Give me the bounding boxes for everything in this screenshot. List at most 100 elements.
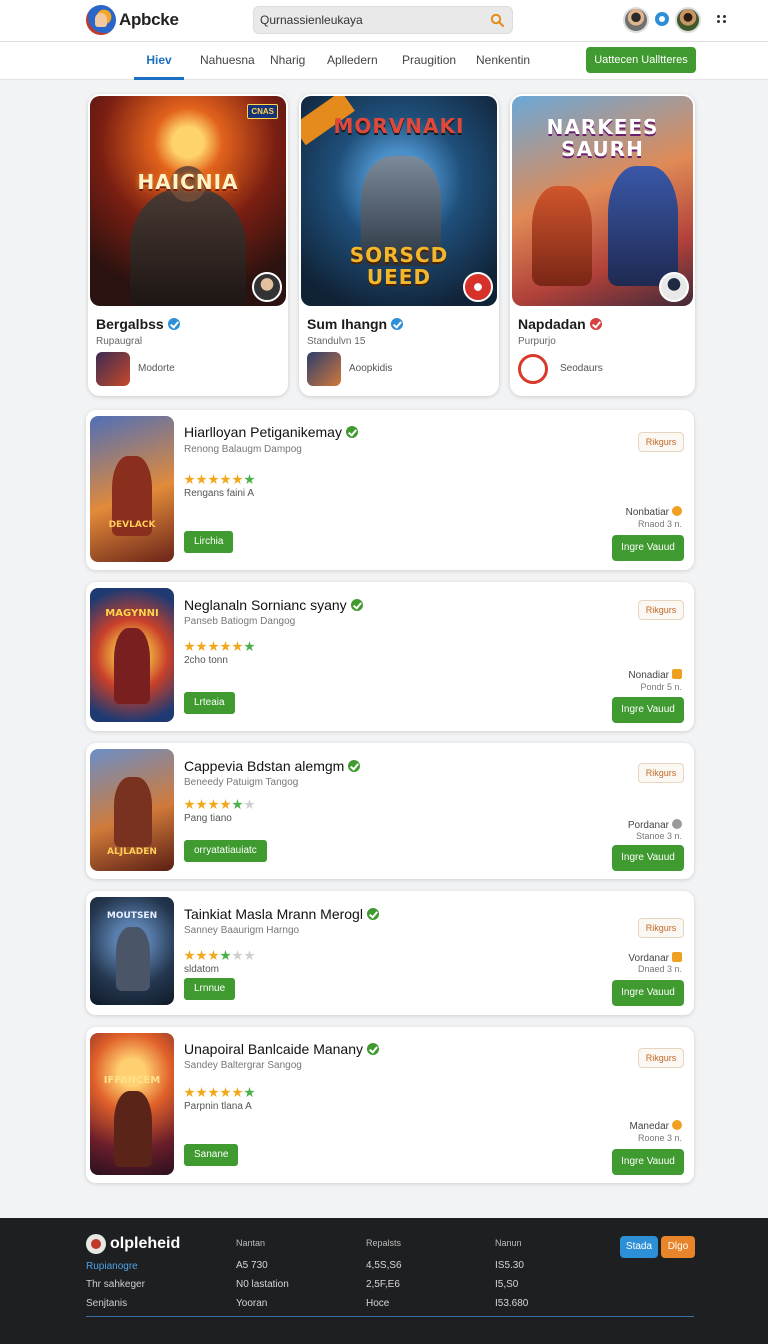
app-meta-secondary: Stanoe 3 n. — [635, 831, 682, 841]
app-thumbnail[interactable]: MAGYNNI — [90, 588, 174, 722]
featured-banner-image[interactable]: MORVNAKI SORSCD UEED — [301, 96, 497, 306]
star-icon — [244, 641, 255, 652]
updates-button[interactable]: Uattecen Ualltteres — [586, 47, 696, 73]
footer-cell: N0 lastation — [236, 1279, 289, 1290]
footer-link[interactable]: Senjtanis — [86, 1298, 127, 1309]
featured-card[interactable]: HAICNIA CNAS Bergalbss Rupaugral Modorte — [88, 94, 288, 396]
app-list-item[interactable]: MOUTSEN Tainkiat Masla Mrann Merogl Sann… — [86, 891, 694, 1015]
rating-badge: Rikgurs — [638, 918, 684, 938]
search-bar[interactable] — [253, 6, 513, 34]
featured-banner-image[interactable]: NARKEES SAURH — [512, 96, 693, 306]
app-thumbnail[interactable]: MOUTSEN — [90, 897, 174, 1005]
verified-icon — [367, 1043, 379, 1055]
tab-aplledern[interactable]: Aplledern — [327, 42, 378, 80]
star-icon — [196, 799, 207, 810]
footer-brand[interactable]: olpleheid — [110, 1235, 180, 1253]
developer-avatar — [659, 272, 689, 302]
star-icon — [232, 1087, 243, 1098]
featured-app-category: Purpurjo — [518, 336, 556, 347]
footer-cell: A5 730 — [236, 1260, 268, 1271]
app-title[interactable]: Unapoiral Banlcaide Manany — [184, 1041, 379, 1057]
download-button[interactable]: Ingre Vauud — [612, 980, 684, 1006]
download-button[interactable]: Ingre Vauud — [612, 697, 684, 723]
banner-title-text: NARKEES SAURH — [546, 115, 659, 161]
download-button[interactable]: Ingre Vauud — [612, 535, 684, 561]
tab-nenkentin[interactable]: Nenkentin — [476, 42, 530, 80]
search-icon[interactable] — [490, 13, 504, 27]
featured-card[interactable]: MORVNAKI SORSCD UEED Sum Ihangn Standulv… — [299, 94, 499, 396]
featured-app-name[interactable]: Bergalbss — [96, 316, 180, 332]
category-tag-button[interactable]: Lrteaia — [184, 692, 235, 714]
app-meta-secondary: Rnaod 3 n. — [637, 519, 682, 529]
app-list-item[interactable]: DEVLACK Hiarlloyan Petiganikemay Renong … — [86, 410, 694, 570]
app-meta-primary: Pordanar — [628, 819, 682, 831]
rating-badge: Rikgurs — [638, 600, 684, 620]
footer-cell: Yooran — [236, 1298, 268, 1309]
rating-stars — [184, 639, 256, 652]
app-logo-icon[interactable] — [86, 5, 116, 35]
app-list-item[interactable]: MAGYNNI Neglanaln Sornianc syany Panseb … — [86, 582, 694, 731]
category-tag-button[interactable]: orryatatiauiatc — [184, 840, 267, 862]
tab-nahuesna[interactable]: Nahuesna — [200, 42, 255, 80]
footer-cell: 2,5F,E6 — [366, 1279, 400, 1290]
featured-card[interactable]: NARKEES SAURH Napdadan Purpurjo Seodaurs — [510, 94, 695, 396]
app-list-item[interactable]: IFFANCEM Unapoiral Banlcaide Manany Sand… — [86, 1027, 694, 1183]
app-meta-primary: Vordanar — [628, 952, 682, 964]
star-icon — [220, 474, 231, 485]
app-logo-text[interactable]: Apbcke — [119, 10, 179, 30]
user-avatar[interactable] — [623, 7, 649, 33]
download-button[interactable]: Ingre Vauud — [612, 1149, 684, 1175]
footer-orange-button[interactable]: Dlgo — [661, 1236, 695, 1258]
download-button[interactable]: Ingre Vauud — [612, 845, 684, 871]
app-thumbnail[interactable]: IFFANCEM — [90, 1033, 174, 1175]
featured-developer[interactable]: Aoopkidis — [349, 363, 392, 374]
footer-column-heading: Nantan — [236, 1238, 266, 1248]
category-tag-button[interactable]: Sanane — [184, 1144, 239, 1166]
app-title[interactable]: Cappevia Bdstan alemgm — [184, 758, 361, 774]
category-tag-button[interactable]: Lrnnue — [184, 978, 236, 1000]
app-title[interactable]: Tainkiat Masla Mrann Merogl — [184, 906, 379, 922]
app-meta-secondary: Dnaed 3 n. — [637, 964, 682, 974]
search-input[interactable] — [260, 10, 480, 30]
info-icon — [672, 1120, 682, 1130]
tab-home[interactable]: Hiev — [134, 42, 184, 80]
featured-app-icon[interactable] — [307, 352, 341, 386]
app-meta-primary: Nonbatiar — [626, 506, 682, 518]
category-tag-button[interactable]: Lirchia — [184, 531, 234, 553]
featured-app-name[interactable]: Napdadan — [518, 316, 602, 332]
tab-praugition[interactable]: Praugition — [402, 42, 456, 80]
footer-link[interactable]: Thr sahkeger — [86, 1279, 145, 1290]
app-title[interactable]: Hiarlloyan Petiganikemay — [184, 424, 358, 440]
category-nav: Hiev Nahuesna Nharig Aplledern Praugitio… — [0, 42, 768, 80]
featured-banner-image[interactable]: HAICNIA CNAS — [90, 96, 286, 306]
featured-developer[interactable]: Seodaurs — [560, 363, 603, 374]
app-title[interactable]: Neglanaln Sornianc syany — [184, 597, 363, 613]
featured-app-icon[interactable] — [96, 352, 130, 386]
star-icon — [208, 1087, 219, 1098]
featured-app-icon[interactable] — [518, 354, 548, 384]
footer-blue-button[interactable]: Stada — [620, 1236, 658, 1258]
footer-logo-icon[interactable] — [86, 1234, 106, 1254]
corner-badge: CNAS — [247, 104, 278, 119]
rating-stars — [184, 797, 256, 810]
featured-app-name[interactable]: Sum Ihangn — [307, 316, 404, 332]
site-footer: olpleheid Rupianogre Thr sahkeger Senjta… — [0, 1218, 768, 1344]
rating-badge: Rikgurs — [638, 1048, 684, 1068]
featured-developer[interactable]: Modorte — [138, 363, 175, 374]
footer-cell: I5,S0 — [495, 1279, 519, 1290]
rating-badge: Rikgurs — [638, 432, 684, 452]
app-extra-info: Pang tiano — [184, 813, 232, 824]
rating-stars — [184, 1085, 256, 1098]
star-icon — [184, 799, 195, 810]
footer-link[interactable]: Rupianogre — [86, 1261, 138, 1272]
app-extra-info: Rengans faini A — [184, 488, 255, 499]
profile-avatar[interactable] — [675, 7, 701, 33]
app-list-item[interactable]: ALJLADEN Cappevia Bdstan alemgm Beneedy … — [86, 743, 694, 879]
more-menu-icon[interactable] — [716, 13, 728, 25]
app-developer: Sanney Baaurigm Harngo — [184, 925, 300, 936]
star-icon — [184, 641, 195, 652]
app-thumbnail[interactable]: DEVLACK — [90, 416, 174, 562]
tab-nharig[interactable]: Nharig — [270, 42, 305, 80]
app-thumbnail[interactable]: ALJLADEN — [90, 749, 174, 871]
notification-icon[interactable] — [655, 12, 669, 26]
